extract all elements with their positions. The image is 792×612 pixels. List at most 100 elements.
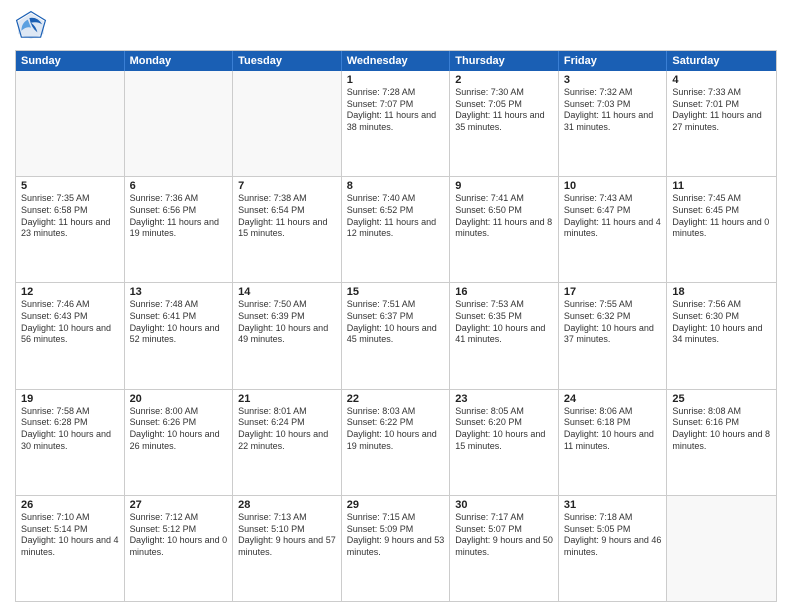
calendar-empty-cell [16, 71, 125, 176]
calendar-cell: 5Sunrise: 7:35 AM Sunset: 6:58 PM Daylig… [16, 177, 125, 282]
calendar-cell: 4Sunrise: 7:33 AM Sunset: 7:01 PM Daylig… [667, 71, 776, 176]
cell-details: Sunrise: 8:08 AM Sunset: 6:16 PM Dayligh… [672, 406, 770, 451]
day-number: 7 [238, 180, 336, 192]
calendar-cell: 21Sunrise: 8:01 AM Sunset: 6:24 PM Dayli… [233, 390, 342, 495]
calendar-cell: 31Sunrise: 7:18 AM Sunset: 5:05 PM Dayli… [559, 496, 668, 601]
day-number: 29 [347, 499, 445, 511]
day-number: 14 [238, 286, 336, 298]
calendar-day-header: Sunday [16, 51, 125, 71]
calendar-cell: 6Sunrise: 7:36 AM Sunset: 6:56 PM Daylig… [125, 177, 234, 282]
cell-details: Sunrise: 7:30 AM Sunset: 7:05 PM Dayligh… [455, 87, 544, 132]
cell-details: Sunrise: 7:55 AM Sunset: 6:32 PM Dayligh… [564, 299, 654, 344]
calendar-cell: 3Sunrise: 7:32 AM Sunset: 7:03 PM Daylig… [559, 71, 668, 176]
calendar-cell: 14Sunrise: 7:50 AM Sunset: 6:39 PM Dayli… [233, 283, 342, 388]
cell-details: Sunrise: 7:33 AM Sunset: 7:01 PM Dayligh… [672, 87, 761, 132]
cell-details: Sunrise: 7:50 AM Sunset: 6:39 PM Dayligh… [238, 299, 328, 344]
calendar-day-header: Saturday [667, 51, 776, 71]
cell-details: Sunrise: 7:18 AM Sunset: 5:05 PM Dayligh… [564, 512, 662, 557]
calendar: SundayMondayTuesdayWednesdayThursdayFrid… [15, 50, 777, 602]
calendar-day-header: Monday [125, 51, 234, 71]
calendar-cell: 17Sunrise: 7:55 AM Sunset: 6:32 PM Dayli… [559, 283, 668, 388]
cell-details: Sunrise: 7:53 AM Sunset: 6:35 PM Dayligh… [455, 299, 545, 344]
cell-details: Sunrise: 8:00 AM Sunset: 6:26 PM Dayligh… [130, 406, 220, 451]
calendar-day-header: Tuesday [233, 51, 342, 71]
cell-details: Sunrise: 8:03 AM Sunset: 6:22 PM Dayligh… [347, 406, 437, 451]
cell-details: Sunrise: 7:17 AM Sunset: 5:07 PM Dayligh… [455, 512, 553, 557]
calendar-cell: 27Sunrise: 7:12 AM Sunset: 5:12 PM Dayli… [125, 496, 234, 601]
day-number: 20 [130, 393, 228, 405]
calendar-cell: 13Sunrise: 7:48 AM Sunset: 6:41 PM Dayli… [125, 283, 234, 388]
cell-details: Sunrise: 7:13 AM Sunset: 5:10 PM Dayligh… [238, 512, 336, 557]
calendar-row: 12Sunrise: 7:46 AM Sunset: 6:43 PM Dayli… [16, 282, 776, 388]
cell-details: Sunrise: 7:46 AM Sunset: 6:43 PM Dayligh… [21, 299, 111, 344]
calendar-cell: 20Sunrise: 8:00 AM Sunset: 6:26 PM Dayli… [125, 390, 234, 495]
day-number: 12 [21, 286, 119, 298]
day-number: 30 [455, 499, 553, 511]
calendar-cell: 29Sunrise: 7:15 AM Sunset: 5:09 PM Dayli… [342, 496, 451, 601]
calendar-day-header: Wednesday [342, 51, 451, 71]
day-number: 23 [455, 393, 553, 405]
calendar-cell: 30Sunrise: 7:17 AM Sunset: 5:07 PM Dayli… [450, 496, 559, 601]
day-number: 27 [130, 499, 228, 511]
calendar-empty-cell [125, 71, 234, 176]
calendar-cell: 10Sunrise: 7:43 AM Sunset: 6:47 PM Dayli… [559, 177, 668, 282]
header [15, 10, 777, 42]
day-number: 31 [564, 499, 662, 511]
cell-details: Sunrise: 7:36 AM Sunset: 6:56 PM Dayligh… [130, 193, 219, 238]
day-number: 15 [347, 286, 445, 298]
cell-details: Sunrise: 7:28 AM Sunset: 7:07 PM Dayligh… [347, 87, 436, 132]
calendar-empty-cell [667, 496, 776, 601]
cell-details: Sunrise: 7:48 AM Sunset: 6:41 PM Dayligh… [130, 299, 220, 344]
day-number: 13 [130, 286, 228, 298]
calendar-row: 5Sunrise: 7:35 AM Sunset: 6:58 PM Daylig… [16, 176, 776, 282]
calendar-cell: 19Sunrise: 7:58 AM Sunset: 6:28 PM Dayli… [16, 390, 125, 495]
cell-details: Sunrise: 7:10 AM Sunset: 5:14 PM Dayligh… [21, 512, 119, 557]
calendar-empty-cell [233, 71, 342, 176]
day-number: 19 [21, 393, 119, 405]
day-number: 3 [564, 74, 662, 86]
day-number: 18 [672, 286, 771, 298]
day-number: 1 [347, 74, 445, 86]
calendar-cell: 12Sunrise: 7:46 AM Sunset: 6:43 PM Dayli… [16, 283, 125, 388]
cell-details: Sunrise: 7:58 AM Sunset: 6:28 PM Dayligh… [21, 406, 111, 451]
cell-details: Sunrise: 7:41 AM Sunset: 6:50 PM Dayligh… [455, 193, 552, 238]
day-number: 8 [347, 180, 445, 192]
day-number: 16 [455, 286, 553, 298]
cell-details: Sunrise: 7:35 AM Sunset: 6:58 PM Dayligh… [21, 193, 110, 238]
calendar-cell: 8Sunrise: 7:40 AM Sunset: 6:52 PM Daylig… [342, 177, 451, 282]
day-number: 10 [564, 180, 662, 192]
day-number: 4 [672, 74, 771, 86]
calendar-cell: 2Sunrise: 7:30 AM Sunset: 7:05 PM Daylig… [450, 71, 559, 176]
calendar-cell: 25Sunrise: 8:08 AM Sunset: 6:16 PM Dayli… [667, 390, 776, 495]
calendar-header: SundayMondayTuesdayWednesdayThursdayFrid… [16, 51, 776, 71]
calendar-cell: 18Sunrise: 7:56 AM Sunset: 6:30 PM Dayli… [667, 283, 776, 388]
calendar-cell: 9Sunrise: 7:41 AM Sunset: 6:50 PM Daylig… [450, 177, 559, 282]
cell-details: Sunrise: 7:51 AM Sunset: 6:37 PM Dayligh… [347, 299, 437, 344]
cell-details: Sunrise: 8:05 AM Sunset: 6:20 PM Dayligh… [455, 406, 545, 451]
day-number: 2 [455, 74, 553, 86]
calendar-cell: 28Sunrise: 7:13 AM Sunset: 5:10 PM Dayli… [233, 496, 342, 601]
page: SundayMondayTuesdayWednesdayThursdayFrid… [0, 0, 792, 612]
calendar-row: 26Sunrise: 7:10 AM Sunset: 5:14 PM Dayli… [16, 495, 776, 601]
calendar-day-header: Thursday [450, 51, 559, 71]
calendar-row: 19Sunrise: 7:58 AM Sunset: 6:28 PM Dayli… [16, 389, 776, 495]
calendar-row: 1Sunrise: 7:28 AM Sunset: 7:07 PM Daylig… [16, 71, 776, 176]
calendar-cell: 26Sunrise: 7:10 AM Sunset: 5:14 PM Dayli… [16, 496, 125, 601]
day-number: 25 [672, 393, 771, 405]
calendar-body: 1Sunrise: 7:28 AM Sunset: 7:07 PM Daylig… [16, 71, 776, 601]
day-number: 6 [130, 180, 228, 192]
day-number: 17 [564, 286, 662, 298]
cell-details: Sunrise: 7:12 AM Sunset: 5:12 PM Dayligh… [130, 512, 228, 557]
logo-icon [15, 10, 47, 42]
calendar-cell: 16Sunrise: 7:53 AM Sunset: 6:35 PM Dayli… [450, 283, 559, 388]
calendar-cell: 1Sunrise: 7:28 AM Sunset: 7:07 PM Daylig… [342, 71, 451, 176]
logo [15, 10, 51, 42]
calendar-cell: 11Sunrise: 7:45 AM Sunset: 6:45 PM Dayli… [667, 177, 776, 282]
calendar-cell: 23Sunrise: 8:05 AM Sunset: 6:20 PM Dayli… [450, 390, 559, 495]
cell-details: Sunrise: 7:40 AM Sunset: 6:52 PM Dayligh… [347, 193, 436, 238]
cell-details: Sunrise: 8:01 AM Sunset: 6:24 PM Dayligh… [238, 406, 328, 451]
cell-details: Sunrise: 7:15 AM Sunset: 5:09 PM Dayligh… [347, 512, 445, 557]
calendar-day-header: Friday [559, 51, 668, 71]
day-number: 24 [564, 393, 662, 405]
calendar-cell: 22Sunrise: 8:03 AM Sunset: 6:22 PM Dayli… [342, 390, 451, 495]
